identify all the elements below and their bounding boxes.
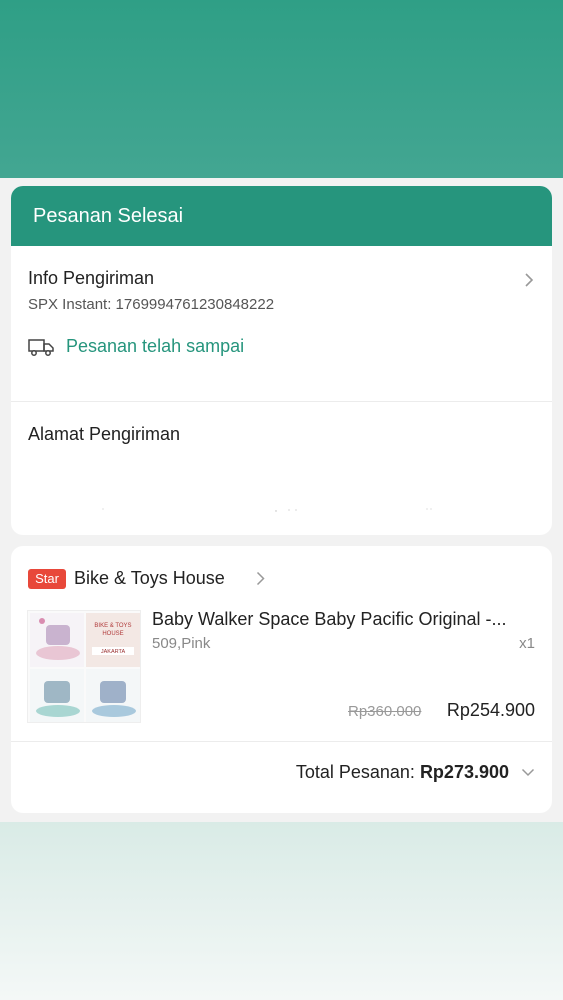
- shop-row[interactable]: Star Bike & Toys House: [11, 546, 552, 604]
- chevron-down-icon[interactable]: [521, 768, 535, 777]
- shipping-address-title: Alamat Pengiriman: [28, 424, 181, 444]
- order-total-label: Total Pesanan:: [295, 762, 420, 782]
- truck-icon: [28, 339, 54, 356]
- shop-name[interactable]: Bike & Toys House: [74, 568, 225, 589]
- order-total-amount: Rp273.900: [419, 762, 509, 782]
- chevron-right-icon[interactable]: [256, 571, 265, 586]
- thumbnail-caption-line-2: HOUSE: [102, 631, 123, 637]
- tracking-number: SPX Instant: 1769994761230848222: [28, 296, 275, 313]
- order-status-title: Pesanan Selesai: [33, 205, 184, 227]
- product-quantity: x1: [519, 635, 535, 652]
- original-price: Rp360.000: [348, 703, 422, 720]
- product-thumbnail[interactable]: BIKE & TOYS HOUSE JAKARTA: [27, 610, 141, 723]
- thumbnail-caption-line-1: BIKE & TOYS: [94, 623, 131, 629]
- order-item[interactable]: BIKE & TOYS HOUSE JAKARTA Baby Walker Sp…: [11, 604, 552, 742]
- chevron-right-icon[interactable]: [524, 272, 534, 288]
- order-status-header: Pesanan Selesai: [11, 186, 552, 246]
- shipping-status: Pesanan telah sampai: [66, 336, 245, 356]
- bottom-background: [0, 822, 563, 1000]
- redacted-address: [102, 508, 432, 512]
- shipping-info-title: Info Pengiriman: [28, 268, 155, 288]
- product-name[interactable]: Baby Walker Space Baby Pacific Original …: [152, 609, 537, 630]
- shipping-address-section[interactable]: Alamat Pengiriman: [11, 402, 552, 535]
- thumbnail-caption-line-3: JAKARTA: [101, 649, 126, 655]
- product-image: BIKE & TOYS HOUSE JAKARTA: [28, 611, 140, 722]
- discounted-price: Rp254.900: [446, 700, 535, 720]
- star-seller-badge: Star: [28, 569, 66, 589]
- order-total: Total Pesanan: Rp273.900: [296, 762, 509, 783]
- order-total-row[interactable]: Total Pesanan: Rp273.900: [11, 742, 552, 812]
- order-status-card: Pesanan Selesai Info Pengiriman SPX Inst…: [11, 186, 552, 535]
- order-item-card: Star Bike & Toys House BIKE & TOYS HOUSE…: [11, 546, 552, 813]
- shipping-info-section[interactable]: Info Pengiriman SPX Instant: 17699947612…: [11, 246, 552, 402]
- product-variant: 509,Pink: [152, 635, 211, 652]
- top-banner: [0, 0, 563, 178]
